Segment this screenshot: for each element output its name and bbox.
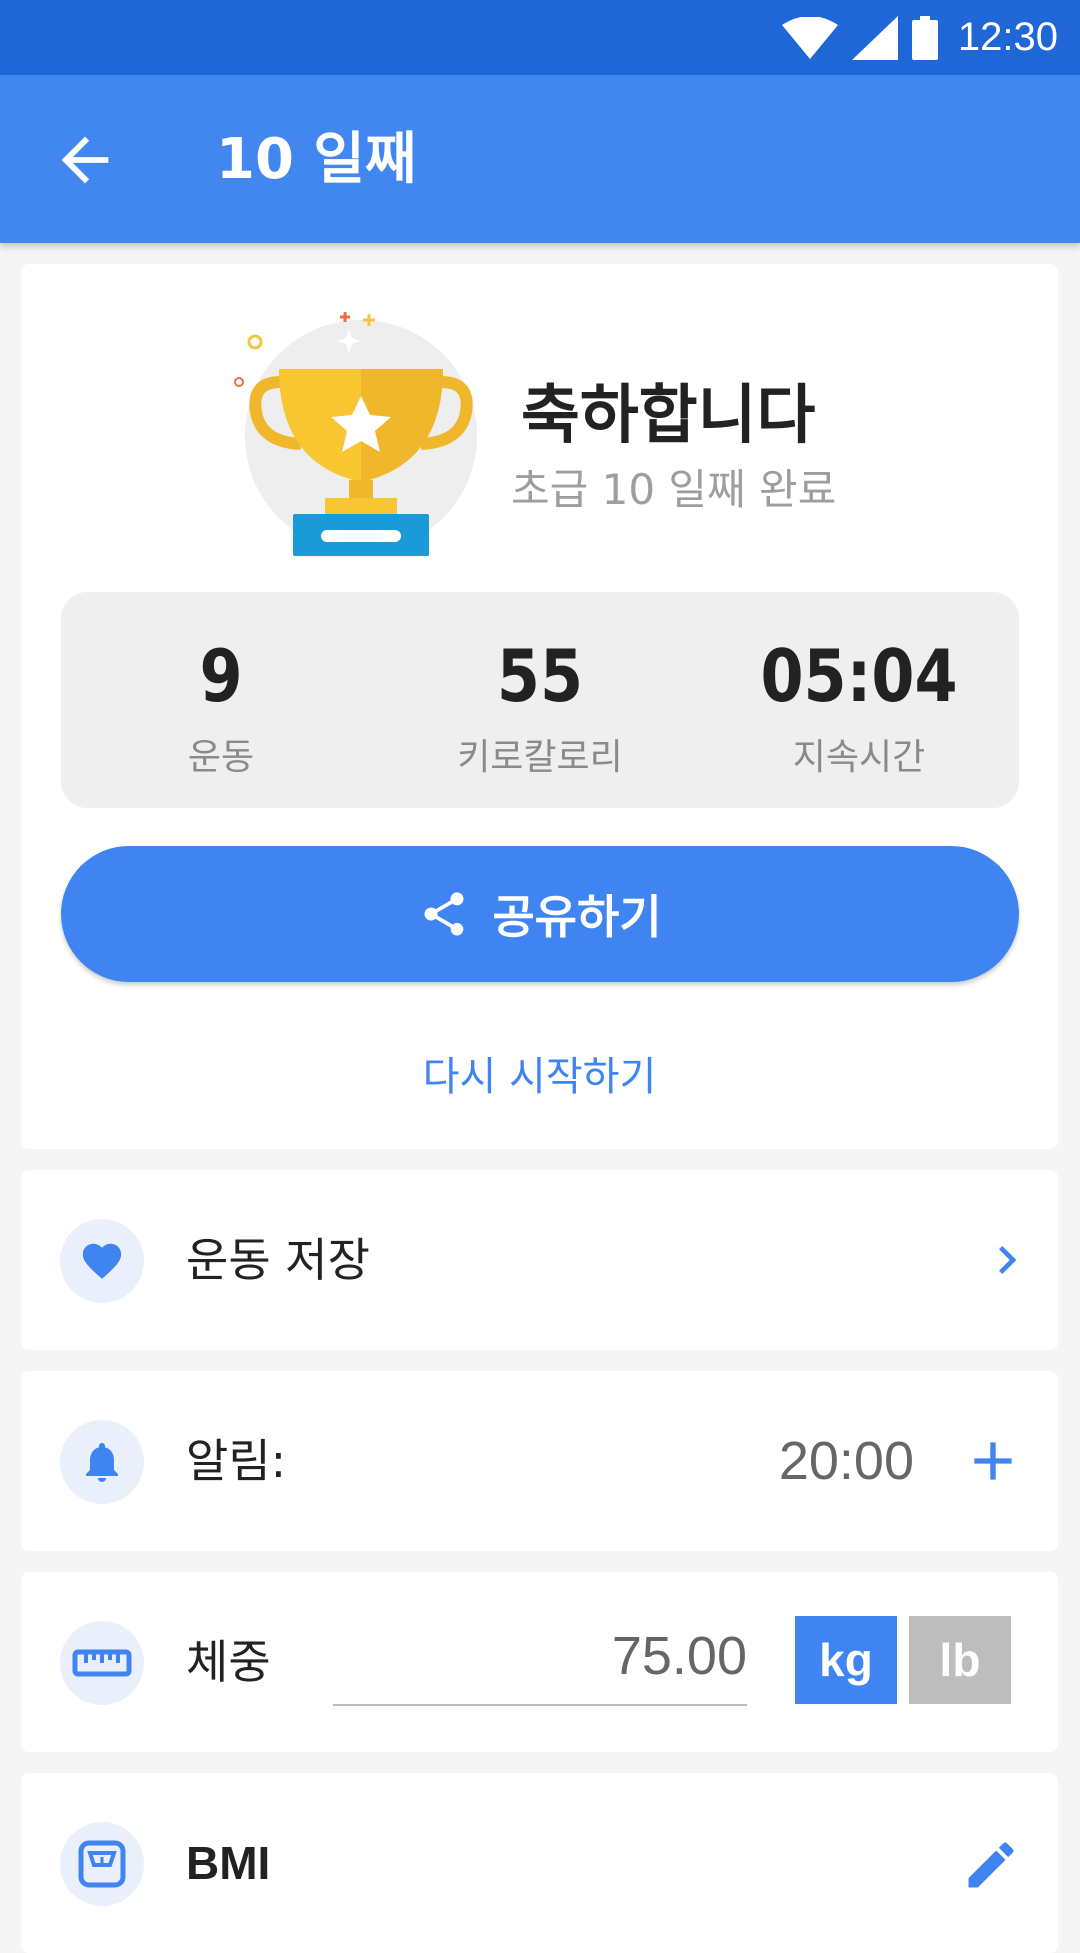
- status-time: 12:30: [957, 15, 1058, 59]
- scale-icon-badge: [60, 1822, 144, 1906]
- trophy-icon: [234, 312, 473, 556]
- alarm-row: 알림: 20:00: [21, 1371, 1058, 1551]
- stat-calories: 55 키로칼로리: [380, 592, 700, 780]
- app-bar: 10 일째: [0, 75, 1080, 243]
- stat-value: 05:04: [760, 634, 958, 718]
- stats-panel: 9 운동 55 키로칼로리 05:04 지속시간: [61, 592, 1019, 808]
- heart-icon: [82, 1243, 122, 1279]
- bmi-label: BMI: [186, 1837, 271, 1889]
- stat-value: 55: [496, 634, 584, 718]
- restart-link[interactable]: 다시 시작하기: [21, 1044, 1058, 1102]
- stat-label: 지속시간: [792, 737, 926, 778]
- back-button[interactable]: [50, 125, 120, 195]
- stat-label: 운동: [187, 737, 255, 778]
- heart-icon-badge: [60, 1219, 144, 1303]
- plus-icon[interactable]: [961, 1429, 1025, 1493]
- workout-summary-card: 축하합니다 초급 10 일째 완료 9 운동 55 키로칼로리 05:04 지속…: [21, 264, 1058, 1149]
- chevron-right-icon[interactable]: [979, 1232, 1035, 1288]
- unit-kg-button[interactable]: kg: [795, 1616, 897, 1704]
- stat-exercises: 9 운동: [61, 592, 381, 780]
- share-icon: [424, 892, 464, 936]
- status-bar: 12:30: [0, 0, 1080, 75]
- save-workout-row[interactable]: 운동 저장: [21, 1170, 1058, 1350]
- weight-label: 체중: [186, 1635, 271, 1689]
- save-workout-label: 운동 저장: [186, 1233, 370, 1287]
- pencil-icon[interactable]: [961, 1835, 1021, 1895]
- alarm-label: 알림:: [186, 1434, 287, 1488]
- share-button[interactable]: 공유하기: [61, 846, 1019, 982]
- status-icons: 12:30: [781, 10, 1058, 65]
- ruler-icon: [72, 1649, 132, 1677]
- unit-lb-button[interactable]: lb: [909, 1616, 1011, 1704]
- ruler-icon-badge: [60, 1621, 144, 1705]
- stat-label: 키로칼로리: [457, 737, 623, 778]
- bell-icon-badge: [60, 1420, 144, 1504]
- bell-icon: [86, 1443, 118, 1482]
- share-button-label: 공유하기: [492, 890, 662, 944]
- weight-row: 체중 kg lb: [21, 1572, 1058, 1752]
- weight-input[interactable]: [333, 1608, 747, 1706]
- stat-duration: 05:04 지속시간: [699, 592, 1019, 780]
- arrow-back-icon: [61, 136, 109, 184]
- cell-signal-icon: [851, 15, 898, 60]
- wifi-icon: [781, 16, 838, 59]
- battery-icon: [911, 15, 938, 60]
- stat-value: 9: [199, 634, 243, 718]
- scale-icon: [78, 1840, 126, 1888]
- congrats-title: 축하합니다: [521, 379, 816, 453]
- bmi-row: BMI: [21, 1773, 1058, 1953]
- page-title: 10 일째: [216, 127, 417, 192]
- alarm-time[interactable]: 20:00: [779, 1371, 914, 1551]
- congrats-subtitle: 초급 10 일째 완료: [511, 465, 837, 514]
